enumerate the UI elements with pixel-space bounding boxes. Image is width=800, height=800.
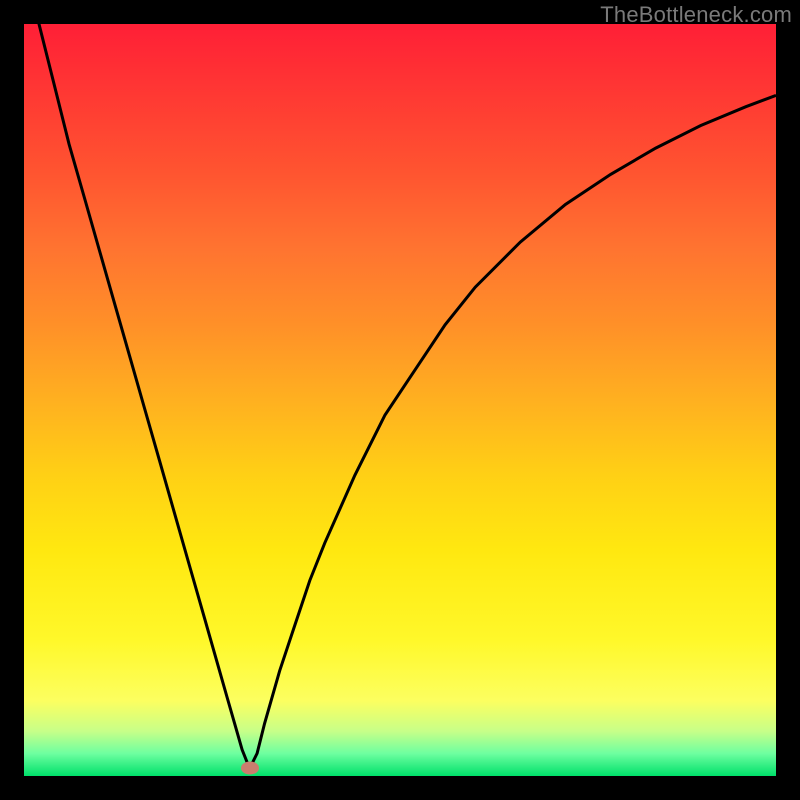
optimal-point-marker (241, 762, 259, 775)
curve-svg (24, 24, 776, 776)
bottleneck-curve (24, 24, 776, 769)
plot-area (24, 24, 776, 776)
watermark-text: TheBottleneck.com (600, 2, 792, 28)
chart-frame: TheBottleneck.com (0, 0, 800, 800)
